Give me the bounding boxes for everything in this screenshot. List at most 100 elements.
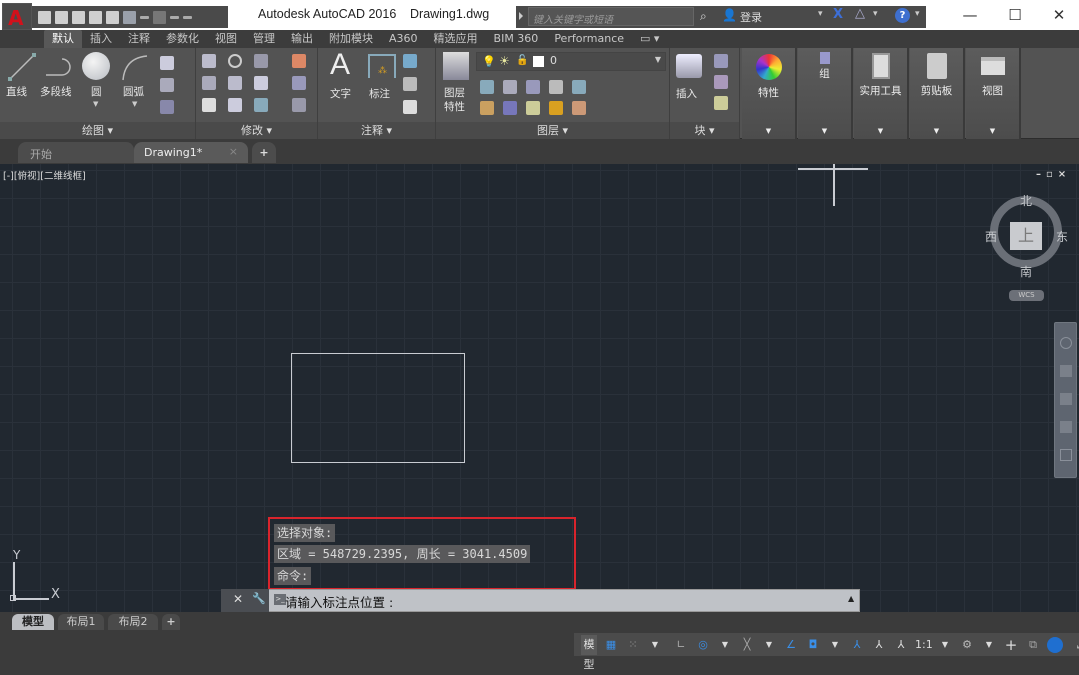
viewport-controls-label[interactable]: [-][俯视][二维线框] — [3, 168, 86, 182]
object-snap-icon[interactable]: ◘ — [805, 635, 821, 655]
layer-lock-icon[interactable] — [549, 80, 563, 94]
clean-screen-icon[interactable]: ⤢ — [1073, 635, 1079, 655]
linear-dimension-icon[interactable] — [403, 54, 417, 68]
layout-tab-layout1[interactable]: 布局1 — [58, 614, 104, 630]
layout-tab-layout2[interactable]: 布局2 — [108, 614, 158, 630]
polyline-tool-button[interactable]: 多段线 — [40, 84, 72, 99]
undo-icon[interactable] — [123, 10, 136, 24]
grid-toggle-icon[interactable]: ▦ — [603, 635, 619, 655]
block-panel-label[interactable]: 块 ▾ — [670, 122, 739, 139]
navigation-bar[interactable] — [1054, 322, 1077, 478]
annotation-panel-label[interactable]: 注释 ▾ — [318, 122, 435, 139]
isodraft-dropdown-icon[interactable]: ▼ — [761, 635, 777, 655]
create-block-icon[interactable] — [714, 54, 728, 68]
close-button[interactable]: ✕ — [1044, 4, 1074, 26]
pan-icon[interactable] — [1059, 365, 1072, 377]
layer-thaw-all-icon[interactable] — [526, 101, 540, 115]
orbit-icon[interactable] — [1059, 421, 1072, 433]
help-icon[interactable]: ? — [895, 8, 910, 23]
ribbon-minimize-toggle[interactable]: ▭ ▾ — [632, 30, 667, 48]
leader-icon[interactable] — [403, 77, 417, 91]
ribbon-tab-view[interactable]: 视图 — [207, 30, 245, 48]
object-snap-dropdown-icon[interactable]: ▼ — [827, 635, 843, 655]
snap-mode-icon[interactable]: ⁙ — [625, 635, 641, 655]
model-space-button[interactable]: 模型 — [581, 634, 597, 671]
polar-dropdown-icon[interactable]: ▼ — [717, 635, 733, 655]
layer-dropdown[interactable]: 💡 ☀ 🔓 0 ▼ — [476, 52, 666, 71]
draw-panel-label[interactable]: 绘图 ▾ — [0, 122, 195, 139]
workspace-gear-icon[interactable]: ⚙ — [959, 635, 975, 655]
ribbon-tab-featured-apps[interactable]: 精选应用 — [426, 30, 486, 48]
snap-dropdown-icon[interactable]: ▼ — [647, 635, 663, 655]
steering-wheel-icon[interactable] — [1059, 337, 1072, 349]
ribbon-tab-a360[interactable]: A360 — [381, 30, 426, 48]
clipboard-panel[interactable]: 剪贴板 ▼ — [910, 48, 965, 139]
boundary-tool-icon[interactable] — [160, 100, 174, 114]
layer-previous-icon[interactable] — [503, 101, 517, 115]
command-line-close-icon[interactable]: ✕ — [233, 592, 243, 606]
modify-panel-label[interactable]: 修改 ▾ — [196, 122, 317, 139]
trim-icon[interactable] — [254, 54, 268, 68]
ribbon-tab-default[interactable]: 默认 — [44, 30, 82, 48]
open-file-icon[interactable] — [55, 10, 68, 24]
utilities-panel[interactable]: 实用工具 ▼ — [854, 48, 909, 139]
layer-unlock-all-icon[interactable] — [549, 101, 563, 115]
edit-block-icon[interactable] — [714, 75, 728, 89]
erase-icon[interactable] — [292, 54, 306, 68]
layer-freeze-icon[interactable] — [526, 80, 540, 94]
annotation-scale-icon[interactable]: ⅄ — [893, 635, 909, 655]
fillet-icon[interactable] — [254, 76, 268, 90]
stretch-icon[interactable] — [202, 98, 216, 112]
zoom-extents-icon[interactable] — [1059, 393, 1072, 405]
ribbon-tab-performance[interactable]: Performance — [546, 30, 632, 48]
rectangle-tool-icon[interactable] — [160, 56, 174, 70]
login-button[interactable]: 登录 — [740, 9, 762, 25]
circle-tool-button[interactable]: 圆 — [91, 84, 102, 99]
annotation-monitor-icon[interactable]: + — [1003, 635, 1019, 655]
a360-icon[interactable]: △ — [855, 6, 865, 21]
layer-properties-button[interactable]: 图层 特性 — [444, 86, 465, 114]
properties-panel[interactable]: 特性 ▼ — [742, 48, 797, 139]
exchange-apps-icon[interactable]: X — [833, 7, 843, 22]
layer-walk-icon[interactable] — [572, 101, 586, 115]
print-icon[interactable] — [106, 10, 119, 24]
redo-icon[interactable] — [153, 10, 166, 24]
showmotion-icon[interactable] — [1059, 449, 1072, 461]
command-history-toggle-icon[interactable]: ▲ — [848, 594, 854, 603]
explode-icon[interactable] — [292, 76, 306, 90]
new-file-icon[interactable] — [38, 10, 51, 24]
arc-dropdown-icon[interactable]: ▼ — [132, 100, 137, 108]
move-icon[interactable] — [202, 54, 216, 68]
workspace-dropdown-icon[interactable]: ▼ — [981, 635, 997, 655]
block-attributes-icon[interactable] — [714, 96, 728, 110]
doc-tab-start[interactable]: 开始 — [18, 142, 134, 163]
copy-icon[interactable] — [202, 76, 216, 90]
array-icon[interactable] — [254, 98, 268, 112]
expand-search-icon[interactable] — [519, 12, 523, 20]
new-doc-tab-button[interactable]: + — [252, 142, 276, 163]
application-menu-button[interactable]: A — [2, 3, 32, 30]
polar-tracking-icon[interactable]: ◎ — [695, 635, 711, 655]
help-dropdown-icon[interactable]: ▾ — [915, 9, 920, 19]
layer-make-current-icon[interactable] — [572, 80, 586, 94]
layers-panel-label[interactable]: 图层 ▾ — [436, 122, 669, 139]
scale-icon[interactable] — [228, 98, 242, 112]
viewcube-north[interactable]: 北 — [1020, 192, 1032, 209]
customize-qat-icon[interactable] — [183, 15, 192, 19]
auto-scale-icon[interactable]: ⅄ — [871, 635, 887, 655]
layer-on-all-icon[interactable] — [480, 101, 494, 115]
undo-dropdown-icon[interactable] — [140, 15, 149, 19]
doc-tab-drawing1[interactable]: Drawing1* × — [134, 142, 248, 163]
binoculars-search-icon[interactable]: ⌕ — [700, 9, 707, 24]
viewcube-top-face[interactable]: 上 — [1010, 222, 1042, 250]
units-icon[interactable]: ⧉ — [1025, 635, 1041, 655]
wcs-menu-button[interactable]: WCS — [1009, 290, 1044, 301]
viewcube-east[interactable]: 东 — [1056, 228, 1068, 245]
save-as-icon[interactable] — [89, 10, 102, 24]
layer-match-icon[interactable] — [503, 80, 517, 94]
ribbon-tab-annotate[interactable]: 注释 — [120, 30, 158, 48]
table-icon[interactable] — [403, 100, 417, 114]
scale-dropdown-icon[interactable]: ▼ — [937, 635, 953, 655]
mirror-icon[interactable] — [228, 76, 242, 90]
dimension-tool-button[interactable]: 标注 — [369, 86, 390, 101]
